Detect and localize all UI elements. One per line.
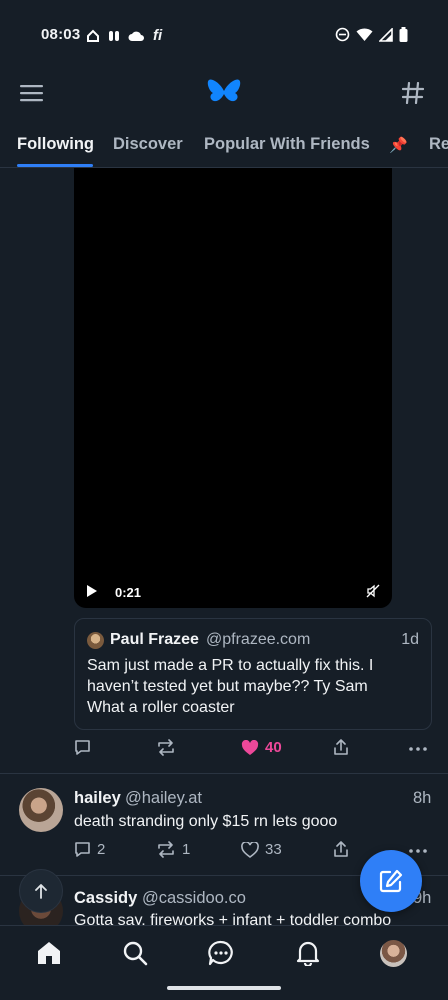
cloud-icon <box>128 31 144 41</box>
tab-pinned[interactable]: 📌 <box>389 136 408 154</box>
quoted-post-card[interactable]: Paul Frazee @pfrazee.com 1d Sam just mad… <box>74 618 432 730</box>
more-options-button[interactable] <box>409 849 427 853</box>
wifi-icon <box>356 27 373 41</box>
heart-icon <box>241 841 259 858</box>
share-icon <box>334 841 348 857</box>
battery-icon <box>399 27 408 42</box>
repost-icon <box>158 841 174 858</box>
reply-button[interactable] <box>74 739 91 756</box>
more-dots-icon <box>409 849 427 853</box>
like-button[interactable]: 33 <box>241 841 282 858</box>
home-icon[interactable] <box>36 940 62 966</box>
status-time: 08:03 <box>41 26 81 43</box>
active-tab-indicator <box>17 164 93 167</box>
signal-icon <box>379 27 393 42</box>
more-options-button[interactable] <box>409 747 427 751</box>
tab-overflow[interactable]: Re <box>429 135 448 154</box>
post-divider <box>0 773 448 774</box>
feed-tabs: Following Discover Popular With Friends … <box>0 120 448 168</box>
post-timestamp: 8h <box>413 789 432 807</box>
do-not-disturb-icon <box>335 27 350 42</box>
quote-timestamp: 1d <box>401 631 419 648</box>
quote-text: Sam just made a PR to actually fix this.… <box>87 657 374 716</box>
hashtag-icon[interactable] <box>402 82 424 104</box>
bottom-navigation <box>0 925 448 1000</box>
home-indicator[interactable] <box>167 986 281 990</box>
tab-following[interactable]: Following <box>17 135 94 154</box>
tab-discover[interactable]: Discover <box>113 135 183 154</box>
home-outline-icon <box>87 29 99 42</box>
post-author-handle[interactable]: @cassidoo.co <box>142 889 246 908</box>
post-actions: 40 <box>74 739 434 761</box>
post-author-name[interactable]: hailey <box>74 789 121 808</box>
share-icon <box>334 739 348 755</box>
compose-button[interactable] <box>360 850 422 912</box>
arrow-up-icon <box>35 884 47 899</box>
post-author-name[interactable]: Cassidy <box>74 889 137 908</box>
reply-icon <box>75 740 90 755</box>
notifications-bell-icon[interactable] <box>295 940 321 966</box>
post-author-handle[interactable]: @hailey.at <box>125 789 202 808</box>
compose-icon <box>379 869 403 893</box>
repost-button[interactable] <box>156 739 176 756</box>
hamburger-menu-icon[interactable] <box>20 84 43 102</box>
reply-icon <box>75 842 90 857</box>
search-icon[interactable] <box>122 940 148 966</box>
muted-speaker-icon[interactable] <box>366 584 380 598</box>
more-dots-icon <box>409 747 427 751</box>
tab-popular-with-friends[interactable]: Popular With Friends <box>204 135 370 154</box>
quote-author-name: Paul Frazee <box>110 631 199 648</box>
reply-count: 2 <box>97 841 106 858</box>
like-count: 33 <box>265 841 282 858</box>
heart-filled-icon <box>241 739 259 755</box>
carrier-text: fi <box>153 27 163 44</box>
share-button[interactable] <box>333 739 349 756</box>
video-player[interactable]: 0:21 <box>74 168 392 608</box>
status-bar: 08:03 fi <box>0 0 448 70</box>
post-text: death stranding only $15 rn lets gooo <box>74 813 338 830</box>
share-button[interactable] <box>333 841 349 858</box>
repost-button[interactable]: 1 <box>156 841 190 858</box>
repost-count: 1 <box>182 841 191 858</box>
bluesky-logo[interactable] <box>207 78 241 110</box>
like-count: 40 <box>265 739 282 756</box>
chat-icon[interactable] <box>208 940 234 966</box>
avatar <box>87 632 104 649</box>
play-icon[interactable] <box>86 584 98 598</box>
quote-author-handle: @pfrazee.com <box>206 631 311 648</box>
avatar[interactable] <box>19 788 63 832</box>
video-duration: 0:21 <box>115 585 142 600</box>
like-button[interactable]: 40 <box>241 739 282 756</box>
reply-button[interactable]: 2 <box>74 841 105 858</box>
repost-icon <box>158 739 174 756</box>
app-header <box>0 70 448 120</box>
profile-avatar[interactable] <box>380 940 407 967</box>
slack-icon <box>109 30 119 41</box>
scroll-to-top-button[interactable] <box>19 869 63 913</box>
